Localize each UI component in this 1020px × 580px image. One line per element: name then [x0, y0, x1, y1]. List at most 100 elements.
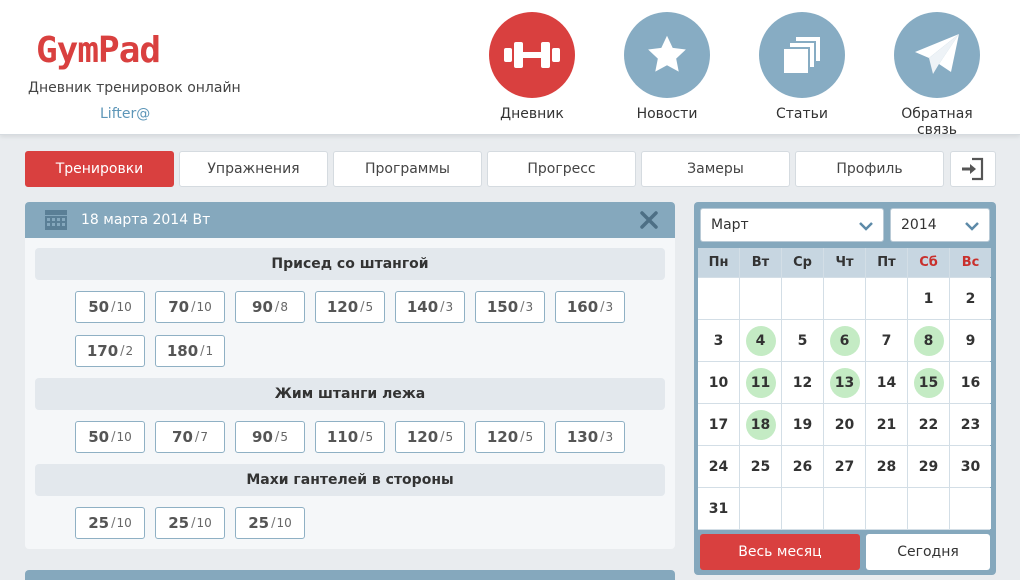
- set-separator: /: [191, 515, 196, 531]
- set-chip[interactable]: 25/10: [155, 507, 225, 539]
- tab-programs[interactable]: Программы: [333, 151, 482, 187]
- pages-icon: [759, 12, 845, 98]
- logout-button[interactable]: [950, 151, 996, 187]
- tab-measurements[interactable]: Замеры: [641, 151, 790, 187]
- calendar-day[interactable]: 17: [698, 404, 739, 445]
- calendar-day[interactable]: 3: [698, 320, 739, 361]
- calendar-day[interactable]: 25: [740, 446, 781, 487]
- calendar-day[interactable]: 1: [908, 278, 949, 319]
- set-chip[interactable]: 90/8: [235, 291, 305, 323]
- calendar-day[interactable]: 26: [782, 446, 823, 487]
- exercise-title[interactable]: Махи гантелей в стороны: [35, 464, 665, 496]
- set-reps: 5: [525, 430, 534, 444]
- nav-news-button[interactable]: Новости: [612, 12, 722, 122]
- calendar-day[interactable]: 4: [740, 320, 781, 361]
- calendar-day[interactable]: 31: [698, 488, 739, 529]
- calendar-day[interactable]: 27: [824, 446, 865, 487]
- calendar-day[interactable]: 21: [866, 404, 907, 445]
- set-separator: /: [600, 299, 605, 315]
- calendar-day[interactable]: 14: [866, 362, 907, 403]
- set-chip[interactable]: 160/3: [555, 291, 625, 323]
- set-separator: /: [600, 429, 605, 445]
- calendar-empty-cell: [866, 488, 907, 529]
- set-chip[interactable]: 70/7: [155, 421, 225, 453]
- set-chip[interactable]: 180/1: [155, 335, 225, 367]
- year-select[interactable]: 2014: [890, 208, 990, 242]
- calendar-day[interactable]: 23: [950, 404, 991, 445]
- workout-day-marker: 18: [745, 409, 776, 440]
- calendar-day[interactable]: 13: [824, 362, 865, 403]
- calendar-day[interactable]: 15: [908, 362, 949, 403]
- calendar-day[interactable]: 28: [866, 446, 907, 487]
- calendar-day[interactable]: 2: [950, 278, 991, 319]
- calendar-day[interactable]: 10: [698, 362, 739, 403]
- set-chip[interactable]: 25/10: [235, 507, 305, 539]
- calendar-day[interactable]: 18: [740, 404, 781, 445]
- calendar-day[interactable]: 6: [824, 320, 865, 361]
- calendar-day[interactable]: 7: [866, 320, 907, 361]
- workout-day-marker: 6: [829, 325, 860, 356]
- tab-exercises[interactable]: Упражнения: [179, 151, 328, 187]
- calendar-day[interactable]: 16: [950, 362, 991, 403]
- set-chip[interactable]: 110/5: [315, 421, 385, 453]
- nav-diary-button[interactable]: Дневник: [477, 12, 587, 122]
- nav-articles-button[interactable]: Статьи: [747, 12, 857, 122]
- set-weight: 160: [566, 298, 599, 316]
- close-workout-button[interactable]: [639, 210, 659, 234]
- calendar-day[interactable]: 30: [950, 446, 991, 487]
- calendar-day[interactable]: 8: [908, 320, 949, 361]
- set-weight: 90: [252, 428, 273, 446]
- set-separator: /: [520, 299, 525, 315]
- set-chip[interactable]: 120/5: [315, 291, 385, 323]
- calendar-empty-cell: [740, 278, 781, 319]
- set-reps: 10: [116, 430, 132, 444]
- tab-profile[interactable]: Профиль: [795, 151, 944, 187]
- calendar-day[interactable]: 29: [908, 446, 949, 487]
- set-weight: 120: [486, 428, 519, 446]
- calendar-day[interactable]: 24: [698, 446, 739, 487]
- set-reps: 3: [445, 300, 454, 314]
- set-chip[interactable]: 90/5: [235, 421, 305, 453]
- nav-news-label: Новости: [636, 106, 698, 122]
- calendar-day[interactable]: 5: [782, 320, 823, 361]
- tab-progress[interactable]: Прогресс: [487, 151, 636, 187]
- set-reps: 10: [116, 516, 132, 530]
- calendar-empty-cell: [908, 488, 949, 529]
- set-chip[interactable]: 140/3: [395, 291, 465, 323]
- set-chip[interactable]: 150/3: [475, 291, 545, 323]
- calendar-day[interactable]: 9: [950, 320, 991, 361]
- logo[interactable]: GymPad: [36, 30, 161, 71]
- set-chip[interactable]: 25/10: [75, 507, 145, 539]
- weekday-header: Чт: [824, 248, 865, 277]
- workout-header: 18 марта 2014 Вт: [25, 202, 675, 238]
- workout-day-marker: 4: [745, 325, 776, 356]
- set-weight: 70: [172, 428, 193, 446]
- set-chip[interactable]: 50/10: [75, 291, 145, 323]
- set-chip[interactable]: 130/3: [555, 421, 625, 453]
- calendar-empty-cell: [824, 278, 865, 319]
- nav-feedback-button[interactable]: Обратная связь: [882, 12, 992, 138]
- set-chip[interactable]: 120/5: [475, 421, 545, 453]
- set-chip[interactable]: 70/10: [155, 291, 225, 323]
- set-chip[interactable]: 50/10: [75, 421, 145, 453]
- today-button[interactable]: Сегодня: [866, 534, 990, 570]
- calendar-day[interactable]: 12: [782, 362, 823, 403]
- whole-month-button[interactable]: Весь месяц: [700, 534, 860, 570]
- set-separator: /: [271, 515, 276, 531]
- weekday-header: Сб: [908, 248, 949, 277]
- month-select-value: Март: [711, 217, 749, 233]
- calendar-day[interactable]: 22: [908, 404, 949, 445]
- username-link[interactable]: Lifter@: [100, 106, 150, 122]
- calendar-day[interactable]: 11: [740, 362, 781, 403]
- exercise-title[interactable]: Присед со штангой: [35, 248, 665, 280]
- calendar-day[interactable]: 20: [824, 404, 865, 445]
- tab-trainings[interactable]: Тренировки: [25, 151, 174, 187]
- calendar-day[interactable]: 19: [782, 404, 823, 445]
- set-chip[interactable]: 120/5: [395, 421, 465, 453]
- month-select[interactable]: Март: [700, 208, 884, 242]
- set-chip[interactable]: 170/2: [75, 335, 145, 367]
- exercise-title[interactable]: Жим штанги лежа: [35, 378, 665, 410]
- chevron-down-icon: [965, 222, 979, 231]
- logout-icon: [962, 157, 984, 181]
- set-separator: /: [191, 299, 196, 315]
